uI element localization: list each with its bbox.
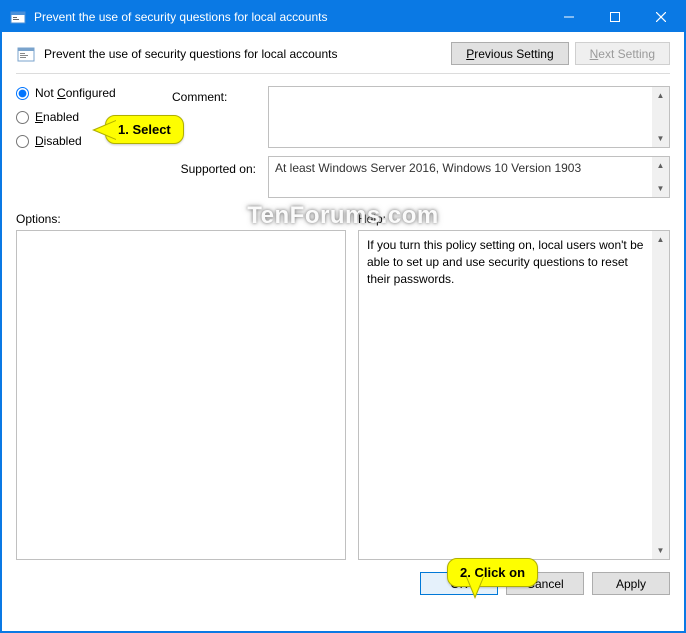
scrollbar[interactable]: ▲ ▼ [652, 231, 669, 559]
window-icon [10, 9, 26, 25]
options-box [16, 230, 346, 560]
options-label: Options: [16, 212, 346, 226]
scrollbar[interactable]: ▲ ▼ [652, 87, 669, 147]
next-setting-button[interactable]: Next Setting [575, 42, 670, 65]
close-button[interactable] [638, 2, 684, 32]
policy-icon [16, 44, 36, 64]
scroll-up-icon[interactable]: ▲ [652, 87, 669, 104]
radio-disabled-input[interactable] [16, 135, 29, 148]
supported-on-box: At least Windows Server 2016, Windows 10… [268, 156, 670, 198]
scroll-up-icon[interactable]: ▲ [652, 157, 669, 174]
minimize-button[interactable] [546, 2, 592, 32]
radio-enabled-input[interactable] [16, 111, 29, 124]
apply-button[interactable]: Apply [592, 572, 670, 595]
supported-on-text: At least Windows Server 2016, Windows 10… [275, 161, 581, 175]
help-label: Help: [358, 212, 670, 226]
annotation-callout-2: 2. Click on [447, 558, 538, 587]
page-title: Prevent the use of security questions fo… [44, 47, 443, 61]
divider [16, 73, 670, 74]
window-title: Prevent the use of security questions fo… [34, 10, 546, 24]
comment-textarea[interactable]: ▲ ▼ [268, 86, 670, 148]
radio-not-configured-input[interactable] [16, 87, 29, 100]
comment-label: Comment: [172, 84, 262, 104]
scroll-down-icon[interactable]: ▼ [652, 180, 669, 197]
scroll-down-icon[interactable]: ▼ [652, 130, 669, 147]
scroll-down-icon[interactable]: ▼ [652, 542, 669, 559]
help-text: If you turn this policy setting on, loca… [367, 238, 643, 286]
titlebar: Prevent the use of security questions fo… [2, 2, 684, 32]
previous-setting-button[interactable]: Previous Setting [451, 42, 568, 65]
scrollbar[interactable]: ▲ ▼ [652, 157, 669, 197]
supported-label: Supported on: [172, 156, 262, 176]
help-box: If you turn this policy setting on, loca… [358, 230, 670, 560]
header-row: Prevent the use of security questions fo… [16, 42, 670, 65]
annotation-callout-1: 1. Select [105, 115, 184, 144]
scroll-up-icon[interactable]: ▲ [652, 231, 669, 248]
maximize-button[interactable] [592, 2, 638, 32]
radio-not-configured[interactable]: Not Configured [16, 86, 166, 100]
